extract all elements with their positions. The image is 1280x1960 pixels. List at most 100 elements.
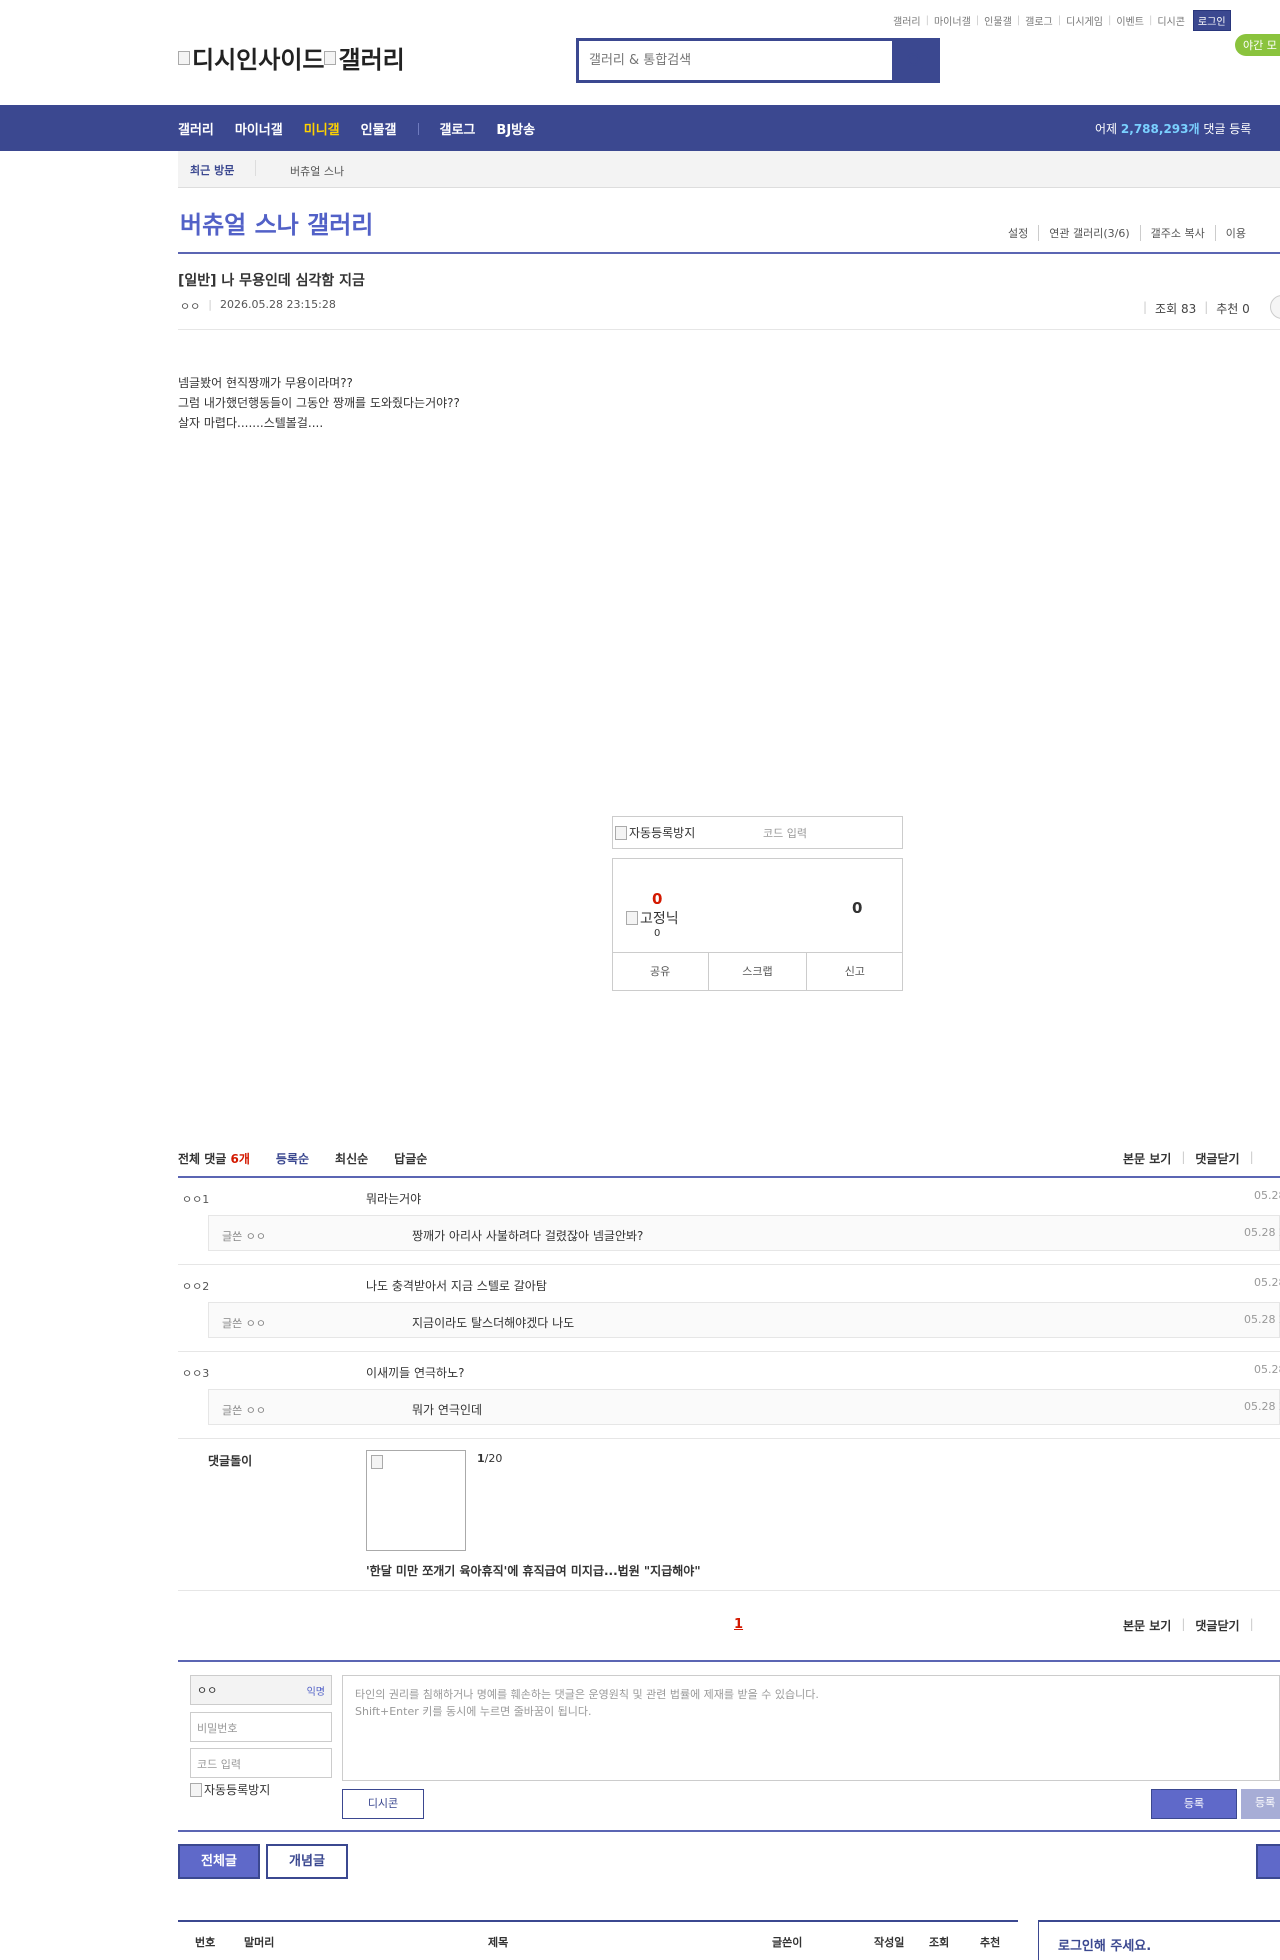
captcha-alt: 자동등록방지 bbox=[204, 1783, 271, 1797]
sort-by-registered[interactable]: 등록순 bbox=[276, 1150, 309, 1167]
reply-date: 05.28 2 bbox=[1244, 1400, 1280, 1413]
reply-author[interactable]: 글쓴 ㅇㅇ bbox=[222, 1315, 266, 1331]
broken-image-icon bbox=[178, 50, 190, 65]
recent-visit-label[interactable]: 최근 방문 bbox=[190, 162, 234, 178]
reply-row bbox=[208, 1389, 1280, 1425]
related-gallery-link[interactable]: 연관 갤러리(3/6) bbox=[1038, 225, 1139, 241]
close-comments-button[interactable]: 댓글닫기 bbox=[1195, 1617, 1239, 1634]
nav-gallery[interactable]: 갤러리 bbox=[178, 119, 214, 138]
top-link-dccon[interactable]: 디시콘 bbox=[1157, 13, 1185, 28]
reply-date: 05.28 2 bbox=[1244, 1226, 1280, 1239]
post-title: [일반] 나 무용인데 심각함 지금 bbox=[178, 273, 365, 289]
comment-textarea[interactable]: 타인의 권리를 침해하거나 명예를 훼손하는 댓글은 운영원칙 및 관련 법률에… bbox=[342, 1675, 1280, 1781]
top-link-person[interactable]: 인물갤 bbox=[984, 13, 1012, 28]
gallery-tools: 설정 연관 갤러리(3/6) 갤주소 복사 이용 bbox=[1008, 225, 1256, 241]
comment-code-field[interactable]: 코드 입력 bbox=[190, 1748, 332, 1778]
close-comments-button[interactable]: 댓글닫기 bbox=[1195, 1150, 1239, 1167]
top-link-event[interactable]: 이벤트 bbox=[1116, 13, 1144, 28]
share-button[interactable]: 공유 bbox=[612, 953, 708, 991]
divider bbox=[255, 160, 256, 176]
divider bbox=[178, 1264, 1280, 1265]
comment-notice-line: 타인의 권리를 침해하거나 명예를 훼손하는 댓글은 운영원칙 및 관련 법률에… bbox=[355, 1688, 819, 1701]
top-link-minor[interactable]: 마이너갤 bbox=[934, 13, 971, 28]
col-recommend: 추천 bbox=[980, 1936, 1001, 1949]
login-prompt[interactable]: 로그인해 주세요. bbox=[1058, 1935, 1151, 1954]
comment-password-field[interactable]: 비밀번호 bbox=[190, 1712, 332, 1742]
concept-posts-button[interactable]: 개념글 bbox=[266, 1844, 348, 1879]
post-author[interactable]: ㅇㅇ bbox=[180, 298, 200, 314]
comment-bottom-actions: 본문 보기 | 댓글닫기 | bbox=[1123, 1617, 1254, 1634]
view-post-button[interactable]: 본문 보기 bbox=[1123, 1150, 1171, 1167]
comment-bot-page-total: /20 bbox=[484, 1452, 503, 1465]
reply-author[interactable]: 글쓴 ㅇㅇ bbox=[222, 1402, 266, 1418]
col-date: 작성일 bbox=[874, 1936, 905, 1949]
search-input[interactable] bbox=[579, 41, 892, 80]
col-number: 번호 bbox=[195, 1936, 216, 1949]
scrap-button[interactable]: 스크랩 bbox=[708, 953, 805, 991]
comment-author[interactable]: ㅇㅇ3 bbox=[182, 1365, 209, 1381]
copy-gallery-url-link[interactable]: 갤주소 복사 bbox=[1139, 225, 1215, 241]
comment-header: 전체 댓글 6개 등록순 최신순 답글순 bbox=[178, 1150, 427, 1167]
post-body-line: 살자 마렵다.......스텔볼걸.... bbox=[178, 416, 324, 430]
divider bbox=[178, 1590, 1280, 1591]
comment-submit-button[interactable]: 등록 bbox=[1151, 1789, 1237, 1819]
reply-author[interactable]: 글쓴 ㅇㅇ bbox=[222, 1228, 266, 1244]
captcha-code-input[interactable]: 코드 입력 bbox=[763, 825, 807, 841]
comment-author[interactable]: ㅇㅇ2 bbox=[182, 1278, 209, 1294]
nav-person-gallery[interactable]: 인물갤 bbox=[361, 119, 397, 138]
divider bbox=[178, 1351, 1280, 1352]
nav-divider bbox=[417, 122, 419, 135]
comment-page-1[interactable]: 1 bbox=[734, 1617, 743, 1632]
stat-suffix: 댓글 등록 bbox=[1203, 122, 1252, 136]
fixed-nick-recommend-button[interactable]: 고정닉 bbox=[626, 908, 679, 928]
nav-gallog[interactable]: 갤로그 bbox=[440, 119, 476, 138]
comment-bot-news-title[interactable]: '한달 미만 쪼개기 육아휴직'에 휴직급여 미지급...법원 "지급해야" bbox=[366, 1562, 701, 1579]
login-button[interactable]: 로그인 bbox=[1192, 10, 1231, 31]
top-link-gallog[interactable]: 갤로그 bbox=[1025, 13, 1053, 28]
recent-visit-item[interactable]: 버츄얼 스나 bbox=[290, 163, 344, 179]
broken-image-icon bbox=[324, 50, 337, 65]
gallery-settings-link[interactable]: 설정 bbox=[1008, 225, 1038, 241]
anonymous-badge: 익명 bbox=[306, 1686, 325, 1698]
comment-bot-image[interactable] bbox=[366, 1450, 466, 1551]
stat-value: 2,788,293개 bbox=[1120, 122, 1200, 136]
comment-author[interactable]: ㅇㅇ1 bbox=[182, 1191, 209, 1207]
top-link-gallery[interactable]: 갤러리 bbox=[893, 13, 921, 28]
report-button[interactable]: 신고 bbox=[805, 953, 903, 991]
divider bbox=[178, 1176, 1280, 1178]
search-box bbox=[576, 38, 940, 83]
more-options-button[interactable] bbox=[1270, 295, 1280, 319]
view-post-button[interactable]: 본문 보기 bbox=[1123, 1617, 1171, 1634]
post-meta: ㅇㅇ | 2026.05.28 23:15:28 bbox=[180, 298, 336, 314]
reply-text: 짱깨가 아리사 사불하려다 걸렸잖아 넴글안봐? bbox=[412, 1229, 644, 1243]
sort-by-replies[interactable]: 답글순 bbox=[394, 1150, 427, 1167]
top-link-game[interactable]: 디시게임 bbox=[1066, 13, 1103, 28]
gallery-title[interactable]: 버츄얼 스나 갤러리 bbox=[180, 205, 373, 240]
comment-total-label: 전체 댓글 bbox=[178, 1152, 227, 1166]
comment-notice-line: Shift+Enter 키를 동시에 누르면 줄바꿈이 됩니다. bbox=[355, 1705, 592, 1718]
reply-row bbox=[208, 1302, 1280, 1338]
comment-submit-recommend-button[interactable]: 등록 bbox=[1241, 1789, 1280, 1819]
nav-mini-gallery[interactable]: 미니갤 bbox=[304, 119, 340, 138]
post-datetime: 2026.05.28 23:15:28 bbox=[219, 298, 336, 311]
sort-by-latest[interactable]: 최신순 bbox=[335, 1150, 368, 1167]
comment-date: 05.28 bbox=[1254, 1276, 1280, 1289]
captcha-alt: 자동등록방지 bbox=[629, 826, 696, 840]
nav-bj[interactable]: BJ방송 bbox=[496, 119, 535, 138]
comment-top-actions: 본문 보기 | 댓글닫기 | bbox=[1123, 1150, 1254, 1167]
comment-name-field[interactable]: ㅇㅇ 익명 bbox=[190, 1675, 332, 1705]
nav-minor-gallery[interactable]: 마이너갤 bbox=[235, 119, 283, 138]
night-mode-toggle[interactable]: 야간 모 bbox=[1235, 34, 1280, 56]
reply-date: 05.28 2 bbox=[1244, 1313, 1280, 1326]
write-button[interactable] bbox=[1256, 1844, 1280, 1879]
dccon-button[interactable]: 디시콘 bbox=[342, 1789, 424, 1819]
broken-image-icon bbox=[615, 825, 627, 840]
site-logo[interactable]: 디시인사이드 갤러리 bbox=[178, 40, 405, 75]
post-body-line: 넴글봤어 현직짱깨가 무용이라며?? bbox=[178, 376, 353, 390]
fixed-nick-count: 0 bbox=[654, 928, 661, 939]
usage-link[interactable]: 이용 bbox=[1214, 225, 1256, 241]
post-actions: 공유 스크랩 신고 bbox=[612, 952, 903, 991]
post-body-line: 그럼 내가했던행동들이 그동안 짱깨를 도와줬다는거야?? bbox=[178, 396, 460, 410]
search-button[interactable] bbox=[892, 41, 937, 80]
all-posts-button[interactable]: 전체글 bbox=[178, 1844, 260, 1879]
